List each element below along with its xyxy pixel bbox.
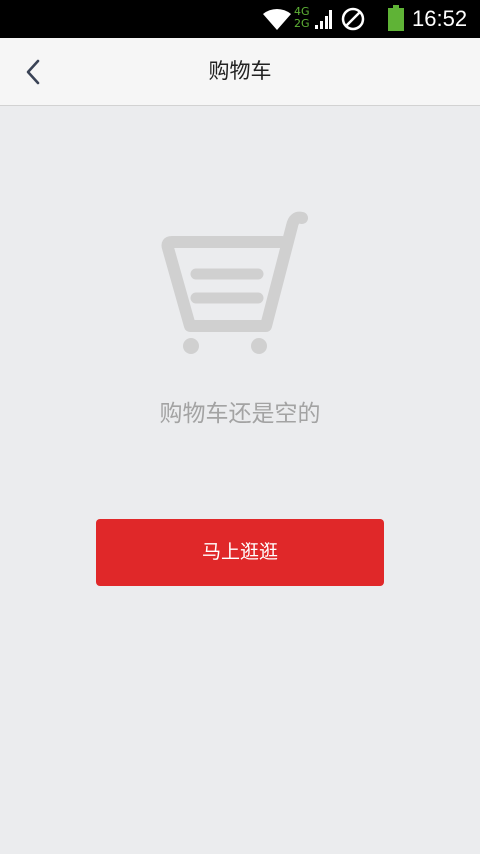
wifi-icon <box>263 8 291 31</box>
do-not-disturb-icon <box>341 7 365 31</box>
status-time: 16:52 <box>412 6 468 31</box>
shopping-cart-icon <box>161 211 308 354</box>
signal-icon <box>315 10 332 29</box>
page-title: 购物车 <box>208 59 272 83</box>
empty-cart-message: 购物车还是空的 <box>159 401 321 427</box>
chevron-left-icon <box>26 59 40 85</box>
network-type-bottom: 2G <box>294 17 310 30</box>
battery-icon <box>388 5 404 31</box>
status-bar: 4G 2G 16:52 <box>0 0 480 38</box>
back-button[interactable] <box>14 52 54 92</box>
network-type: 4G 2G <box>294 6 310 30</box>
browse-now-button[interactable]: 马上逛逛 <box>96 519 384 586</box>
navigation-bar: 购物车 <box>0 38 480 106</box>
empty-cart-content: 购物车还是空的 马上逛逛 <box>0 106 480 854</box>
